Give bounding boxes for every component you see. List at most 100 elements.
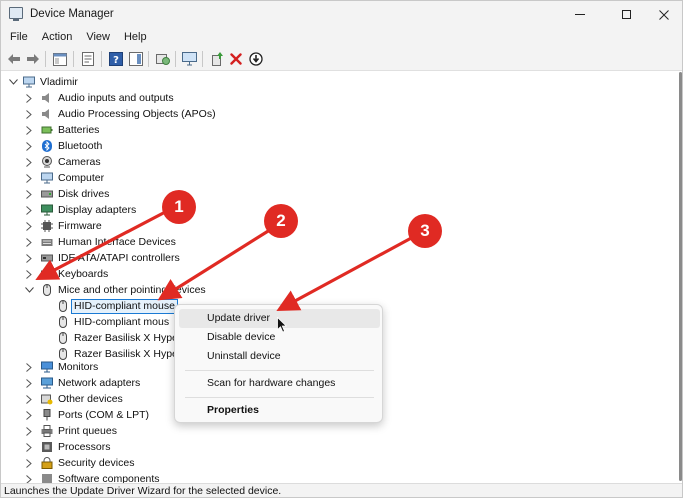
- tree-item-human-interface[interactable]: Human Interface Devices: [41, 234, 176, 250]
- port-icon: [41, 409, 53, 421]
- expand-chevron[interactable]: [24, 439, 34, 455]
- display-adapter-icon: [41, 204, 53, 216]
- show-hide-tree-button[interactable]: [52, 51, 68, 67]
- tree-item-other-devices[interactable]: Other devices: [41, 391, 123, 407]
- tree-item-label: Ports (COM & LPT): [58, 409, 150, 421]
- action-pane-button[interactable]: [128, 51, 144, 67]
- title-bar[interactable]: Device Manager: [1, 1, 682, 28]
- tree-item-audio-processing[interactable]: Audio Processing Objects (APOs): [41, 106, 216, 122]
- tree-item-bluetooth[interactable]: Bluetooth: [41, 138, 102, 154]
- monitor-icon: [41, 172, 53, 184]
- chevron-right-icon: [26, 141, 32, 151]
- menu-uninstall-device[interactable]: Uninstall device: [179, 347, 380, 366]
- tree-item-disk-drives[interactable]: Disk drives: [41, 186, 109, 202]
- tree-item-keyboards[interactable]: Keyboards: [41, 266, 108, 282]
- expand-chevron[interactable]: [24, 106, 34, 122]
- tree-item-batteries[interactable]: Batteries: [41, 122, 99, 138]
- update-driver-icon: [212, 52, 223, 66]
- tree-item-label: Cameras: [58, 156, 101, 168]
- expand-chevron[interactable]: [24, 455, 34, 471]
- tree-item-computer[interactable]: Computer: [41, 170, 104, 186]
- security-device-icon: [41, 457, 53, 469]
- tree-item-software-components[interactable]: Software components: [41, 471, 160, 483]
- close-icon: [659, 9, 669, 20]
- expand-chevron[interactable]: [24, 186, 34, 202]
- scrollbar-thumb[interactable]: [679, 72, 682, 481]
- menu-properties[interactable]: Properties: [179, 401, 380, 420]
- expand-chevron[interactable]: [24, 423, 34, 439]
- tree-item-label: Mice and other pointing devices: [58, 284, 206, 296]
- tree-item-firmware[interactable]: Firmware: [41, 218, 102, 234]
- tree-item-audio-inputs[interactable]: Audio inputs and outputs: [41, 90, 174, 106]
- expand-chevron[interactable]: [24, 170, 34, 186]
- tree-item-ports[interactable]: Ports (COM & LPT): [41, 407, 149, 423]
- expand-chevron[interactable]: [24, 359, 34, 375]
- tree-item-security-devices[interactable]: Security devices: [41, 455, 134, 471]
- expand-chevron[interactable]: [24, 471, 34, 483]
- tree-item-display-adapters[interactable]: Display adapters: [41, 202, 136, 218]
- uninstall-device-button[interactable]: [228, 51, 244, 67]
- properties-icon: [82, 52, 94, 66]
- tree-item-cameras[interactable]: Cameras: [41, 154, 101, 170]
- menu-separator: [185, 397, 374, 398]
- expand-chevron[interactable]: [24, 218, 34, 234]
- expand-chevron[interactable]: [24, 266, 34, 282]
- collapse-chevron[interactable]: [24, 282, 34, 298]
- close-button[interactable]: [641, 1, 682, 28]
- properties-button[interactable]: [80, 51, 96, 67]
- minimize-button[interactable]: [557, 1, 603, 28]
- tree-item-monitors[interactable]: Monitors: [41, 359, 98, 375]
- tree-item-label: Print queues: [58, 425, 117, 437]
- tree-item-label: Other devices: [58, 393, 123, 405]
- expand-chevron[interactable]: [24, 250, 34, 266]
- expand-chevron[interactable]: [24, 375, 34, 391]
- help-button[interactable]: ?: [108, 51, 124, 67]
- chevron-right-icon: [26, 93, 32, 103]
- vertical-scrollbar[interactable]: [678, 72, 682, 483]
- monitor-button[interactable]: [181, 51, 197, 67]
- menu-help[interactable]: Help: [117, 28, 154, 47]
- expand-chevron[interactable]: [24, 391, 34, 407]
- tree-item-hid-mouse-1[interactable]: HID-compliant mouse: [57, 298, 178, 314]
- tree-item-ide-controllers[interactable]: IDE ATA/ATAPI controllers: [41, 250, 180, 266]
- monitor-icon: [181, 52, 197, 66]
- chevron-right-icon: [26, 426, 32, 436]
- tree-root-computer[interactable]: Vladimir: [23, 74, 78, 90]
- chip-icon: [41, 220, 53, 232]
- annotation-badge-1: 1: [164, 192, 194, 222]
- mouse-icon: [57, 300, 69, 312]
- menu-view[interactable]: View: [79, 28, 117, 47]
- tree-item-network-adapters[interactable]: Network adapters: [41, 375, 140, 391]
- menu-scan-hardware[interactable]: Scan for hardware changes: [179, 374, 380, 393]
- toolbar-separator: [202, 51, 203, 67]
- chevron-right-icon: [26, 394, 32, 404]
- expand-chevron[interactable]: [24, 202, 34, 218]
- window-title: Device Manager: [30, 8, 114, 20]
- tree-item-label: Human Interface Devices: [58, 236, 176, 248]
- tree-item-mice[interactable]: Mice and other pointing devices: [41, 282, 206, 298]
- tree-item-razer-1[interactable]: Razer Basilisk X Hyper: [57, 330, 181, 346]
- expand-chevron[interactable]: [24, 234, 34, 250]
- menu-action[interactable]: Action: [35, 28, 80, 47]
- tree-item-print-queues[interactable]: Print queues: [41, 423, 117, 439]
- tree-item-processors[interactable]: Processors: [41, 439, 111, 455]
- expand-chevron[interactable]: [24, 407, 34, 423]
- back-button[interactable]: [6, 51, 22, 67]
- svg-text:?: ?: [113, 55, 119, 66]
- chevron-right-icon: [26, 378, 32, 388]
- expand-chevron[interactable]: [24, 138, 34, 154]
- show-hide-console-tree-icon: [53, 52, 67, 66]
- back-arrow-icon: [8, 54, 20, 64]
- menu-file[interactable]: File: [1, 28, 35, 47]
- collapse-root-chevron[interactable]: [8, 74, 18, 90]
- expand-chevron[interactable]: [24, 122, 34, 138]
- forward-button[interactable]: [25, 51, 41, 67]
- toolbar-separator: [101, 51, 102, 67]
- toolbar: ?: [1, 47, 682, 71]
- update-driver-button[interactable]: [209, 51, 225, 67]
- tree-item-hid-mouse-2[interactable]: HID-compliant mous: [57, 314, 169, 330]
- disable-device-button[interactable]: [248, 51, 264, 67]
- scan-hardware-button[interactable]: [155, 51, 171, 67]
- expand-chevron[interactable]: [24, 154, 34, 170]
- expand-chevron[interactable]: [24, 90, 34, 106]
